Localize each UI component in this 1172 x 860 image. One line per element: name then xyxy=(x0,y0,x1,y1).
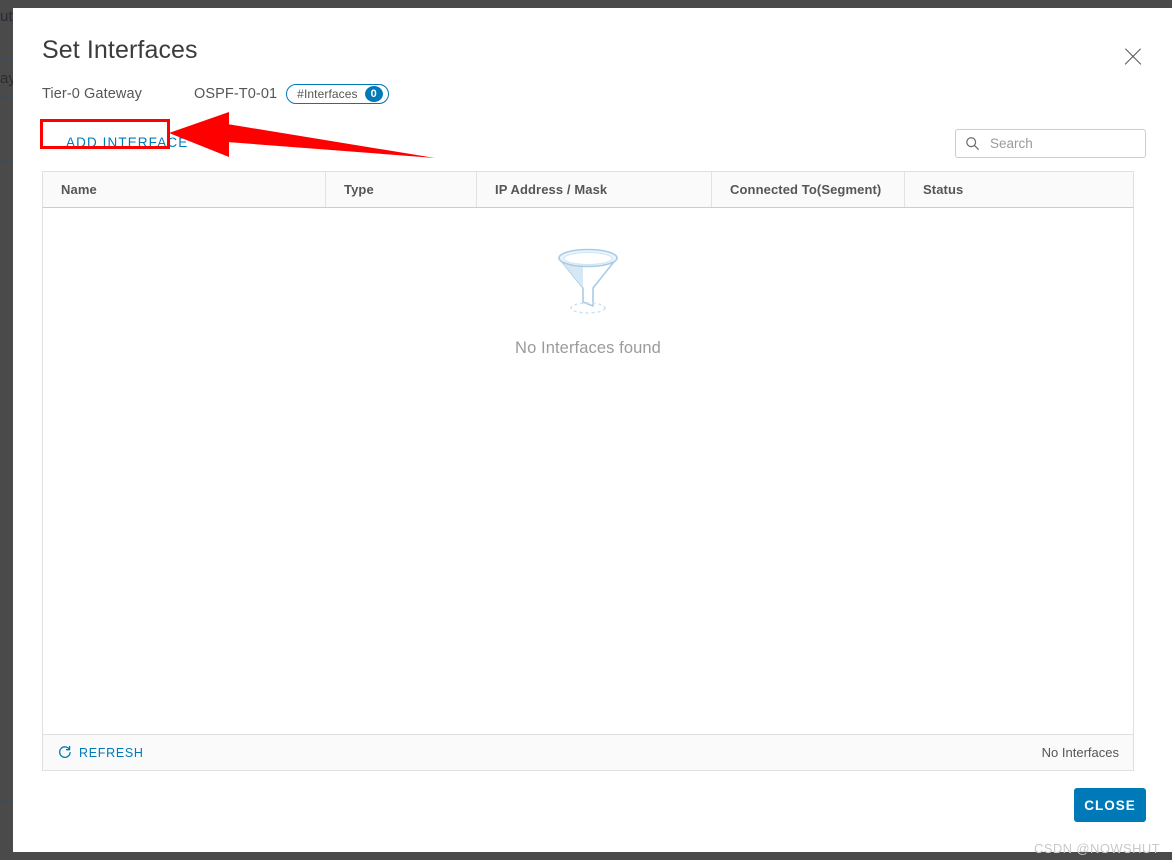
close-button[interactable]: CLOSE xyxy=(1074,788,1146,822)
refresh-icon xyxy=(57,745,72,760)
empty-state: No Interfaces found xyxy=(43,246,1133,358)
backdrop-divider xyxy=(0,800,14,801)
interfaces-datagrid: Name Type IP Address / Mask Connected To… xyxy=(42,171,1134,771)
status-badge: #Interfaces 0 xyxy=(286,84,389,104)
search-icon xyxy=(965,136,980,151)
datagrid-header-row: Name Type IP Address / Mask Connected To… xyxy=(43,172,1133,208)
search-input[interactable] xyxy=(988,135,1142,152)
breadcrumb-gateway-type: Tier-0 Gateway xyxy=(42,86,142,102)
close-icon[interactable] xyxy=(1120,44,1146,70)
column-header-type[interactable]: Type xyxy=(325,172,476,207)
datagrid-body: No Interfaces found xyxy=(43,208,1133,734)
empty-state-message: No Interfaces found xyxy=(515,339,661,357)
badge-count: 0 xyxy=(364,86,383,102)
search-box[interactable] xyxy=(955,129,1146,158)
backdrop-text-fragment: ut xyxy=(0,8,13,25)
breadcrumb: Tier-0 Gateway OSPF-T0-01 #Interfaces 0 xyxy=(42,82,389,106)
column-header-connected-to-segment[interactable]: Connected To(Segment) xyxy=(711,172,904,207)
datagrid-footer: REFRESH No Interfaces xyxy=(43,734,1133,770)
funnel-icon xyxy=(551,246,625,319)
backdrop-divider xyxy=(0,96,14,97)
column-header-ip-address-mask[interactable]: IP Address / Mask xyxy=(476,172,711,207)
badge-label: #Interfaces xyxy=(297,87,358,101)
backdrop-divider xyxy=(0,160,14,161)
record-count-label: No Interfaces xyxy=(1041,745,1119,760)
watermark: CSDN @NOWSHUT xyxy=(1033,841,1160,856)
refresh-label: REFRESH xyxy=(79,745,144,760)
breadcrumb-gateway-name: OSPF-T0-01 xyxy=(193,86,278,102)
column-header-status[interactable]: Status xyxy=(904,172,1133,207)
backdrop-divider xyxy=(0,58,14,59)
column-header-name[interactable]: Name xyxy=(43,172,325,207)
page-title: Set Interfaces xyxy=(42,36,198,64)
refresh-button[interactable]: REFRESH xyxy=(57,745,144,760)
add-interface-button[interactable]: ADD INTERFACE xyxy=(54,129,200,155)
set-interfaces-dialog: Set Interfaces Tier-0 Gateway OSPF-T0-01… xyxy=(13,8,1172,852)
